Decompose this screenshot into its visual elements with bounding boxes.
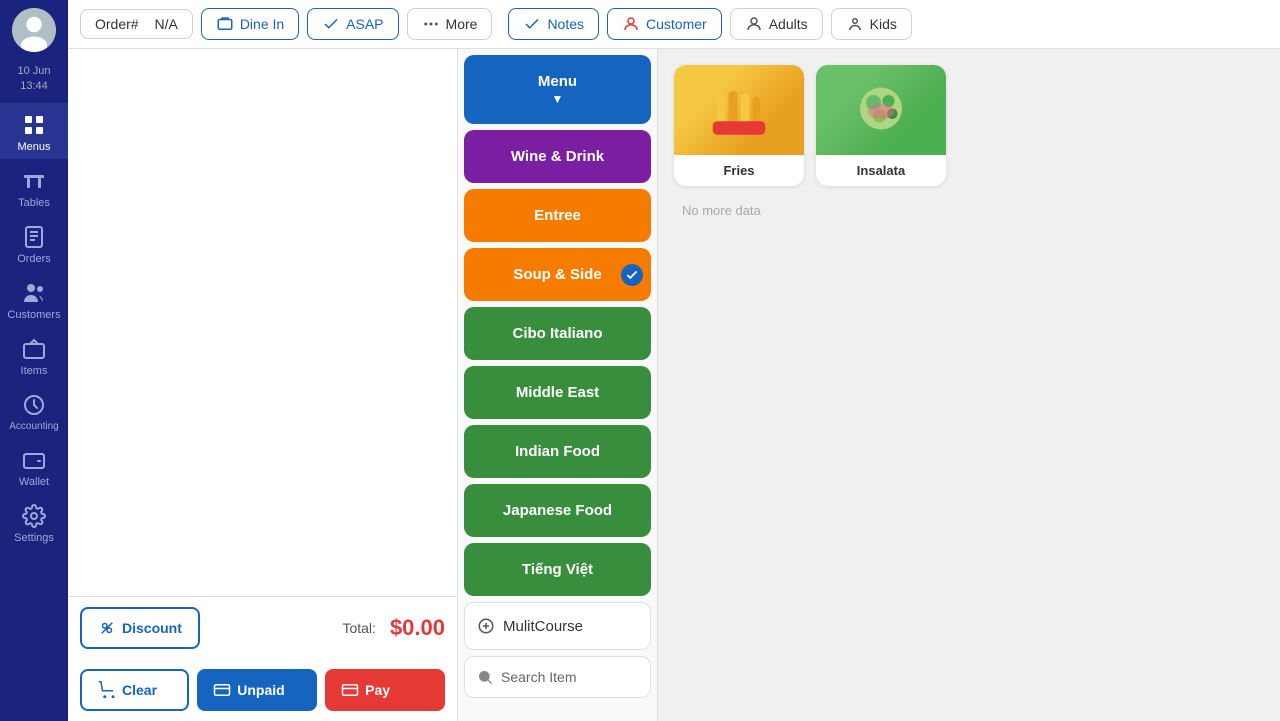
food-card-fries[interactable]: Fries <box>674 65 804 186</box>
sidebar-label-accounting: Accounting <box>9 421 58 432</box>
sidebar-item-tables[interactable]: Tables <box>0 159 68 215</box>
soup-side-check <box>621 264 643 286</box>
sidebar-item-items[interactable]: Items <box>0 327 68 383</box>
sidebar-label-items: Items <box>21 365 48 377</box>
food-panel: Fries Insalata <box>658 49 1280 721</box>
menu-category-mulit-course[interactable]: MulitCourse <box>464 602 651 650</box>
menu-category-menu[interactable]: Menu ▼ <box>464 55 651 124</box>
sidebar-label-orders: Orders <box>17 253 51 265</box>
menu-panel: Menu ▼ Wine & Drink Entree Soup & Side C… <box>458 49 658 721</box>
sidebar-item-orders[interactable]: Orders <box>0 215 68 271</box>
pay-button[interactable]: Pay <box>325 669 445 711</box>
menu-category-middle-east[interactable]: Middle East <box>464 366 651 419</box>
sidebar-item-customers[interactable]: Customers <box>0 271 68 327</box>
sidebar-item-settings[interactable]: Settings <box>0 494 68 550</box>
food-grid: Fries Insalata <box>658 49 1280 721</box>
sidebar: 10 Jun 13:44 Menus Tables Orders Custome… <box>0 0 68 721</box>
menu-category-indian-food[interactable]: Indian Food <box>464 425 651 478</box>
sidebar-label-settings: Settings <box>14 532 54 544</box>
insalata-image <box>816 65 946 155</box>
order-empty-area <box>68 49 457 596</box>
bottom-pay-row: Clear Unpaid Pay <box>68 659 457 721</box>
notes-btn[interactable]: Notes <box>508 8 599 40</box>
order-number: Order# N/A <box>80 9 193 39</box>
total-label: Total: <box>342 620 375 636</box>
fries-label: Fries <box>674 155 804 186</box>
menu-category-cibo-italiano[interactable]: Cibo Italiano <box>464 307 651 360</box>
sidebar-label-tables: Tables <box>18 197 50 209</box>
menu-category-japanese-food[interactable]: Japanese Food <box>464 484 651 537</box>
menu-category-tieng-viet[interactable]: Tiếng Việt <box>464 543 651 596</box>
search-item-label: Search Item <box>501 669 576 685</box>
adults-btn[interactable]: Adults <box>730 8 823 40</box>
customer-btn[interactable]: Customer <box>607 8 722 40</box>
main-content: Order# N/A Dine In ASAP More Notes Custo… <box>68 0 1280 721</box>
no-more-data-text: No more data <box>674 187 761 218</box>
sidebar-label-wallet: Wallet <box>19 476 49 488</box>
sidebar-item-menus[interactable]: Menus <box>0 103 68 159</box>
search-item[interactable]: Search Item <box>464 656 651 698</box>
avatar <box>12 8 56 52</box>
more-btn[interactable]: More <box>407 8 493 40</box>
sidebar-label-customers: Customers <box>7 309 60 321</box>
bottom-actions: Discount Total: $0.00 <box>68 596 457 659</box>
fries-image <box>674 65 804 155</box>
kids-btn[interactable]: Kids <box>831 8 912 40</box>
menu-category-wine-drink[interactable]: Wine & Drink <box>464 130 651 183</box>
discount-button[interactable]: Discount <box>80 607 200 649</box>
sidebar-datetime: 10 Jun 13:44 <box>17 64 50 95</box>
order-list-panel: Discount Total: $0.00 Clear Unpaid Pay <box>68 49 458 721</box>
middle-panel: Discount Total: $0.00 Clear Unpaid Pay <box>68 49 1280 721</box>
sidebar-label-menus: Menus <box>17 141 50 153</box>
menu-category-entree[interactable]: Entree <box>464 189 651 242</box>
dine-in-btn[interactable]: Dine In <box>201 8 299 40</box>
total-amount: $0.00 <box>390 615 445 641</box>
no-more-data-area: No more data <box>674 198 1264 220</box>
topbar: Order# N/A Dine In ASAP More Notes Custo… <box>68 0 1280 49</box>
clear-button[interactable]: Clear <box>80 669 189 711</box>
unpaid-button[interactable]: Unpaid <box>197 669 317 711</box>
asap-btn[interactable]: ASAP <box>307 8 398 40</box>
sidebar-item-accounting[interactable]: Accounting <box>0 383 68 438</box>
food-card-insalata[interactable]: Insalata <box>816 65 946 186</box>
insalata-label: Insalata <box>816 155 946 186</box>
sidebar-item-wallet[interactable]: Wallet <box>0 438 68 494</box>
menu-category-soup-side[interactable]: Soup & Side <box>464 248 651 301</box>
